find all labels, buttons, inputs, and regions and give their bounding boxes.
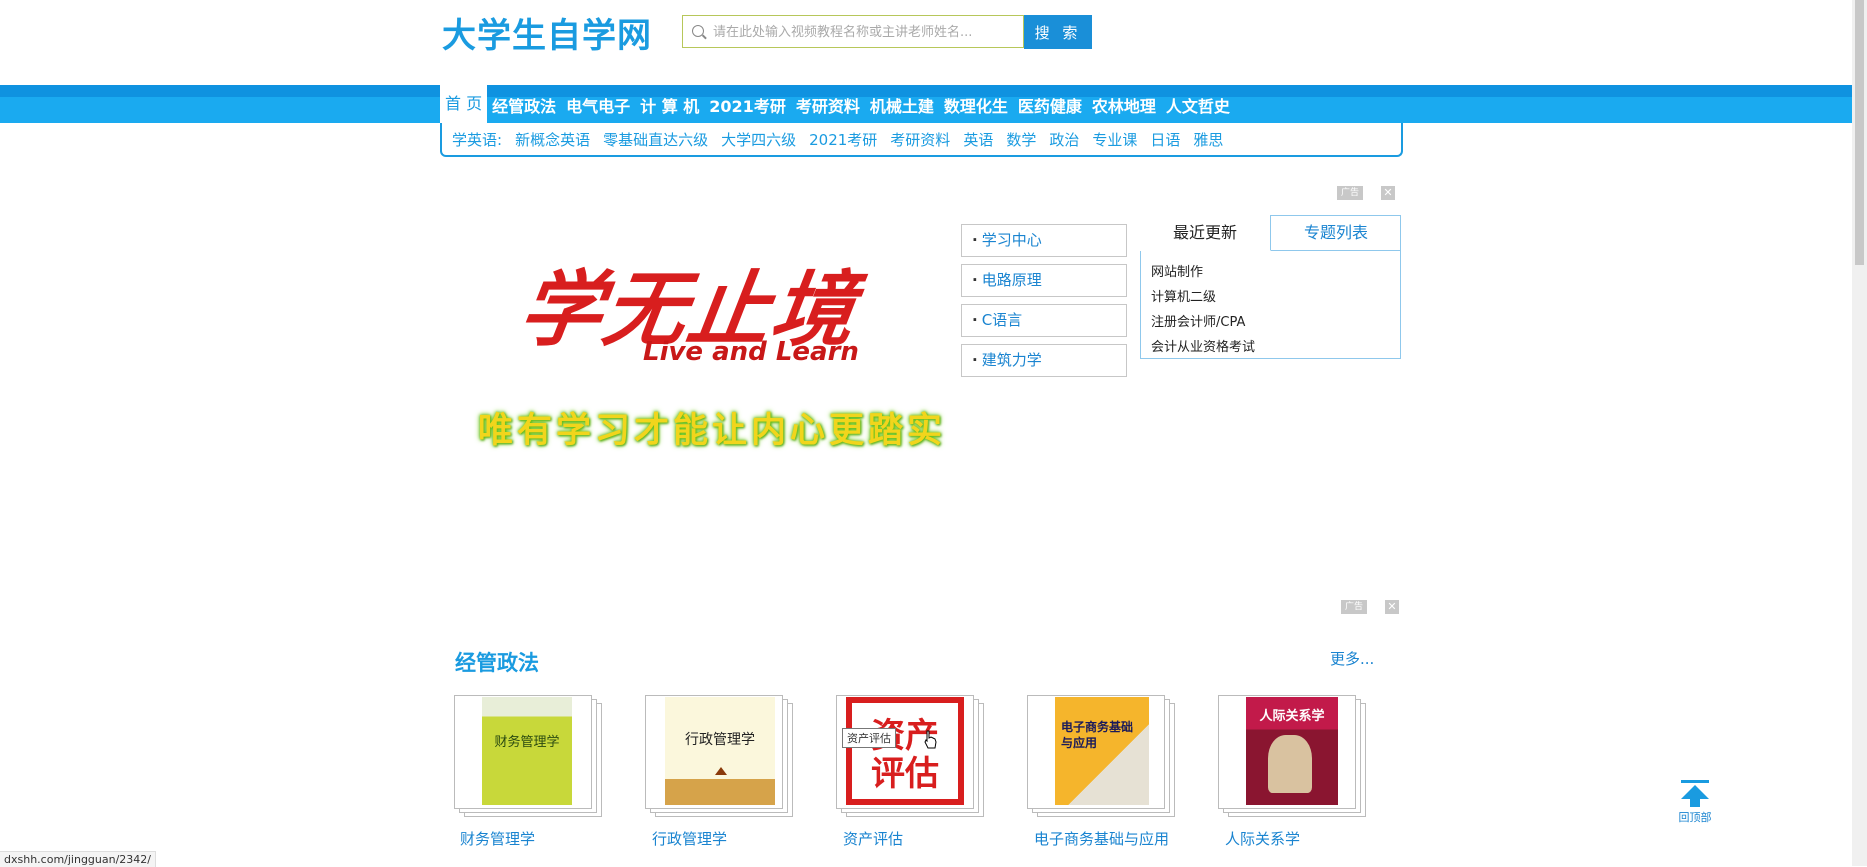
list-item[interactable]: 会计从业资格考试 [1151, 335, 1255, 360]
subnav-item[interactable]: 零基础直达六级 [603, 129, 708, 150]
main-nav: 首 页 经管政法 电气电子 计 算 机 2021考研 考研资料 机械土建 数理化… [440, 85, 1235, 123]
book-title[interactable]: 资产评估 [843, 828, 903, 849]
book-title[interactable]: 人际关系学 [1225, 828, 1300, 849]
search-button[interactable]: 搜 索 [1024, 15, 1092, 49]
back-to-top-label: 回顶部 [1678, 811, 1712, 824]
book-card[interactable]: 行政管理学 [645, 695, 793, 817]
ad-badge: 广告 [1341, 600, 1368, 614]
ad-close-icon[interactable]: ✕ [1381, 186, 1395, 200]
search-icon [692, 25, 704, 37]
book-card[interactable]: 资产评估 [836, 695, 984, 817]
book-cover: 资产评估 [846, 697, 964, 805]
subnav-item[interactable]: 政治 [1049, 129, 1079, 150]
scrollbar-thumb[interactable] [1855, 0, 1864, 265]
english-subnav: 学英语: 新概念英语 零基础直达六级 大学四六级 2021考研 考研资料 英语 … [440, 123, 1403, 157]
cover-title: 电子商务基础与应用 [1061, 720, 1134, 750]
book-cover: 行政管理学 [665, 697, 775, 805]
banner-motto: 唯有学习才能让内心更踏实 [478, 410, 947, 451]
subnav-item[interactable]: 大学四六级 [721, 129, 796, 150]
book-cover: 电子商务基础与应用 [1055, 697, 1149, 805]
hand-cursor-icon [924, 730, 937, 749]
list-item[interactable]: 网站制作 [1151, 260, 1255, 285]
subnav-item[interactable]: 专业课 [1092, 129, 1137, 150]
nav-shulihua[interactable]: 数理化生 [939, 93, 1013, 123]
cover-title: 人际关系学 [1259, 709, 1325, 724]
nav-dianqi[interactable]: 电气电子 [561, 93, 635, 123]
book-title[interactable]: 财务管理学 [460, 828, 535, 849]
ad-close-icon[interactable]: ✕ [1385, 600, 1399, 614]
link-c-language[interactable]: C语言 [961, 304, 1127, 337]
ad-badge: 广告 [1337, 186, 1364, 200]
search-box [682, 15, 1024, 49]
nav-yiyao[interactable]: 医药健康 [1013, 93, 1087, 123]
cover-title: 行政管理学 [685, 732, 755, 748]
nav-home[interactable]: 首 页 [440, 85, 488, 123]
subnav-item[interactable]: 雅思 [1193, 129, 1223, 150]
subnav-item[interactable]: 日语 [1150, 129, 1180, 150]
book-card[interactable]: 电子商务基础与应用 [1027, 695, 1175, 817]
nav-jixie[interactable]: 机械土建 [865, 93, 939, 123]
more-link[interactable]: 更多... [1330, 648, 1374, 669]
cover-portrait [1268, 735, 1312, 793]
list-item[interactable]: 计算机二级 [1151, 285, 1255, 310]
book-cover: 人际关系学 [1246, 697, 1338, 805]
subnav-item[interactable]: 数学 [1006, 129, 1036, 150]
back-to-top-icon [1681, 780, 1709, 783]
nav-kaoyan-2021[interactable]: 2021考研 [704, 93, 791, 123]
nav-jingguan[interactable]: 经管政法 [487, 93, 561, 123]
subnav-item[interactable]: 新概念英语 [515, 129, 590, 150]
nav-renwen[interactable]: 人文哲史 [1161, 93, 1235, 123]
book-card[interactable]: 人际关系学 [1218, 695, 1366, 817]
nav-kaoyan-ziliao[interactable]: 考研资料 [791, 93, 865, 123]
tooltip: 资产评估 [842, 728, 896, 748]
status-bar-url: dxshh.com/jingguan/2342/ [0, 851, 157, 867]
tab-recent-updates[interactable]: 最近更新 [1140, 215, 1271, 251]
banner-subtitle: Live and Learn [643, 337, 859, 367]
cover-title: 财务管理学 [494, 735, 560, 750]
list-item[interactable]: 注册会计师/CPA [1151, 310, 1255, 335]
subnav-label: 学英语: [452, 130, 503, 149]
cover-emblem [715, 767, 727, 775]
site-logo[interactable]: 大学生自学网 [442, 14, 652, 58]
subnav-item[interactable]: 2021考研 [809, 129, 877, 150]
back-to-top-button[interactable]: 回顶部 [1675, 780, 1715, 825]
link-mechanics[interactable]: 建筑力学 [961, 344, 1127, 377]
updates-list: 网站制作 计算机二级 注册会计师/CPA 会计从业资格考试 [1151, 260, 1255, 360]
book-cover: 财务管理学 [482, 697, 572, 805]
book-card[interactable]: 财务管理学 [454, 695, 602, 817]
link-circuit[interactable]: 电路原理 [961, 264, 1127, 297]
nav-nonglin[interactable]: 农林地理 [1087, 93, 1161, 123]
tab-topic-list[interactable]: 专题列表 [1271, 215, 1401, 251]
subnav-item[interactable]: 考研资料 [890, 129, 950, 150]
nav-computer[interactable]: 计 算 机 [635, 93, 704, 123]
section-title: 经管政法 [455, 651, 539, 675]
link-study-center[interactable]: 学习中心 [961, 224, 1127, 257]
search-input[interactable] [711, 16, 1015, 49]
book-title[interactable]: 电子商务基础与应用 [1034, 828, 1169, 849]
subnav-item[interactable]: 英语 [963, 129, 993, 150]
book-title[interactable]: 行政管理学 [652, 828, 727, 849]
